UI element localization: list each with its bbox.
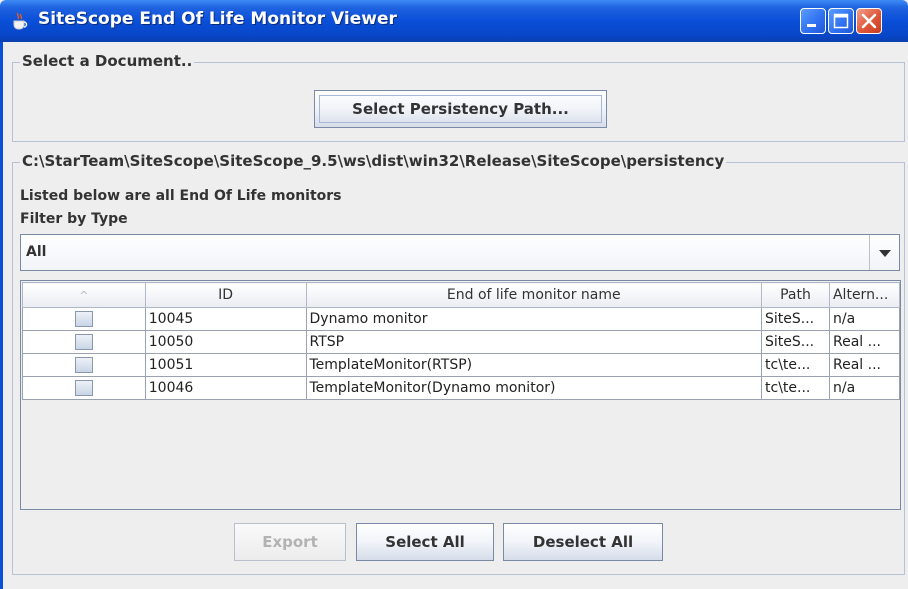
filter-type-value: All (26, 244, 47, 260)
cell-alternative: Real ... (828, 330, 901, 354)
app-window: SiteScope End Of Life Monitor Viewer Sel… (0, 0, 908, 589)
description-text: Listed below are all End Of Life monitor… (20, 188, 342, 204)
table-row[interactable]: 10045 Dynamo monitor SiteS... n/a (22, 307, 901, 331)
window-title: SiteScope End Of Life Monitor Viewer (38, 9, 397, 29)
window-border (0, 42, 3, 589)
row-checkbox-cell[interactable] (22, 307, 146, 331)
minimize-icon (807, 24, 816, 27)
filter-label: Filter by Type (20, 211, 128, 227)
export-button[interactable]: Export (234, 523, 346, 561)
deselect-all-label: Deselect All (532, 533, 634, 551)
deselect-all-button[interactable]: Deselect All (503, 523, 663, 561)
dropdown-arrow-icon[interactable] (869, 235, 899, 270)
column-header-alternative[interactable]: Altern... (828, 282, 901, 308)
cell-alternative: Real ... (828, 353, 901, 377)
title-bar[interactable]: SiteScope End Of Life Monitor Viewer (0, 0, 908, 42)
cell-path: tc\te... (761, 376, 830, 400)
table-header-row: ^ ID End of life monitor name Path Alter… (22, 282, 901, 308)
table-row[interactable]: 10050 RTSP SiteS... Real ... (22, 330, 901, 354)
cell-alternative: n/a (828, 376, 901, 400)
maximize-button[interactable] (828, 8, 854, 34)
cell-id: 10050 (144, 330, 307, 354)
cell-id: 10051 (144, 353, 307, 377)
column-header-path[interactable]: Path (761, 282, 830, 308)
cell-id: 10045 (144, 307, 307, 331)
filter-type-select[interactable]: All (20, 234, 900, 271)
cell-name: TemplateMonitor(Dynamo monitor) (305, 376, 763, 400)
row-checkbox[interactable] (74, 311, 93, 327)
sort-indicator-icon: ^ (79, 289, 89, 302)
column-header-name[interactable]: End of life monitor name (305, 282, 763, 308)
cell-alternative: n/a (828, 307, 901, 331)
row-checkbox[interactable] (74, 357, 93, 373)
table-row[interactable]: 10046 TemplateMonitor(Dynamo monitor) tc… (22, 376, 901, 400)
column-header-select[interactable]: ^ (22, 282, 146, 308)
close-button[interactable] (856, 8, 882, 34)
cell-path: tc\te... (761, 353, 830, 377)
monitors-table: ^ ID End of life monitor name Path Alter… (20, 280, 901, 510)
maximize-icon (833, 13, 849, 29)
row-checkbox-cell[interactable] (22, 330, 146, 354)
cell-id: 10046 (144, 376, 307, 400)
row-checkbox-cell[interactable] (22, 376, 146, 400)
select-all-label: Select All (385, 533, 465, 551)
row-checkbox-cell[interactable] (22, 353, 146, 377)
row-checkbox[interactable] (74, 334, 93, 350)
table-row[interactable]: 10051 TemplateMonitor(RTSP) tc\te... Rea… (22, 353, 901, 377)
cell-name: Dynamo monitor (305, 307, 763, 331)
export-label: Export (262, 533, 318, 551)
cell-path: SiteS... (761, 330, 830, 354)
cell-name: RTSP (305, 330, 763, 354)
java-cup-icon (10, 11, 30, 31)
select-persistency-path-button[interactable]: Select Persistency Path... (314, 90, 607, 128)
minimize-button[interactable] (800, 8, 826, 34)
close-icon (861, 13, 877, 29)
persistency-path-title: C:\StarTeam\SiteScope\SiteScope_9.5\ws\d… (20, 152, 727, 170)
document-group-title: Select a Document.. (20, 52, 195, 70)
cell-path: SiteS... (761, 307, 830, 331)
column-header-id[interactable]: ID (144, 282, 307, 308)
cell-name: TemplateMonitor(RTSP) (305, 353, 763, 377)
select-persistency-path-label: Select Persistency Path... (352, 100, 569, 118)
row-checkbox[interactable] (74, 380, 93, 396)
select-all-button[interactable]: Select All (356, 523, 494, 561)
monitors-grid: ^ ID End of life monitor name Path Alter… (22, 282, 901, 400)
